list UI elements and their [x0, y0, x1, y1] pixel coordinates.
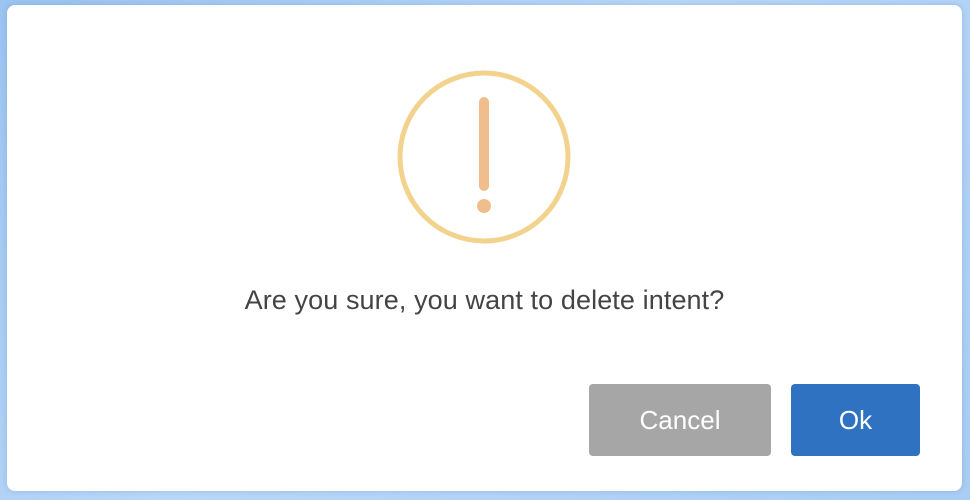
confirm-delete-dialog: Are you sure, you want to delete intent?…	[7, 5, 962, 491]
ok-button[interactable]: Ok	[791, 384, 920, 456]
cancel-button[interactable]: Cancel	[589, 384, 771, 456]
confirmation-message: Are you sure, you want to delete intent?	[244, 285, 725, 315]
warning-icon	[397, 70, 571, 244]
